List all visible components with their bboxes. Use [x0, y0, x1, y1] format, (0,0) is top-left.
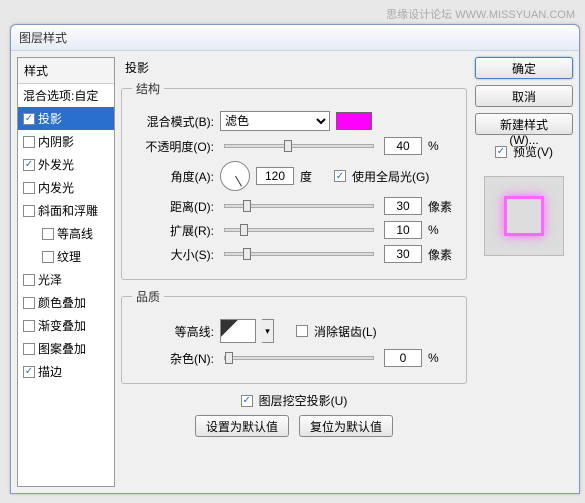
preview-thumbnail: [484, 176, 564, 256]
distance-label: 距离(D):: [132, 198, 214, 215]
structure-legend: 结构: [132, 80, 164, 97]
main-area: 投影 结构 混合模式(B): 滤色 不透明度(O): %: [121, 57, 573, 487]
styles-sidebar: 样式 混合选项:自定✓投影内阴影✓外发光内发光斜面和浮雕等高线纹理光泽颜色叠加渐…: [17, 57, 115, 487]
global-light-label: 使用全局光(G): [352, 168, 429, 185]
sidebar-checkbox-5[interactable]: [23, 205, 35, 217]
sidebar-item-11[interactable]: 图案叠加: [18, 337, 114, 360]
dialog-title: 图层样式: [11, 25, 579, 51]
distance-input[interactable]: [384, 197, 422, 215]
sidebar-checkbox-10[interactable]: [23, 320, 35, 332]
sidebar-item-label: 外发光: [38, 156, 74, 173]
sidebar-item-label: 斜面和浮雕: [38, 202, 98, 219]
sidebar-checkbox-4[interactable]: [23, 182, 35, 194]
spread-input[interactable]: [384, 221, 422, 239]
size-label: 大小(S):: [132, 246, 214, 263]
preview-checkbox[interactable]: ✓: [495, 146, 507, 158]
sidebar-item-4[interactable]: 内发光: [18, 176, 114, 199]
contour-preview[interactable]: [220, 319, 256, 343]
sidebar-checkbox-7[interactable]: [42, 251, 54, 263]
contour-dropdown-icon[interactable]: ▾: [262, 319, 274, 343]
section-title: 投影: [121, 57, 467, 80]
sidebar-item-label: 等高线: [57, 225, 93, 242]
size-slider[interactable]: [224, 252, 374, 256]
shadow-color-swatch[interactable]: [336, 112, 372, 130]
noise-slider[interactable]: [224, 356, 374, 360]
noise-input[interactable]: [384, 349, 422, 367]
new-style-button[interactable]: 新建样式(W)...: [475, 113, 573, 135]
contour-label: 等高线:: [132, 323, 214, 340]
sidebar-item-label: 光泽: [38, 271, 62, 288]
noise-label: 杂色(N):: [132, 350, 214, 367]
sidebar-item-label: 内阴影: [38, 133, 74, 150]
sidebar-item-3[interactable]: ✓外发光: [18, 153, 114, 176]
sidebar-checkbox-11[interactable]: [23, 343, 35, 355]
ok-button[interactable]: 确定: [475, 57, 573, 79]
layer-style-dialog: 图层样式 样式 混合选项:自定✓投影内阴影✓外发光内发光斜面和浮雕等高线纹理光泽…: [10, 24, 580, 494]
size-unit: 像素: [428, 246, 456, 263]
global-light-checkbox[interactable]: ✓: [334, 170, 346, 182]
cancel-button[interactable]: 取消: [475, 85, 573, 107]
reset-default-button[interactable]: 复位为默认值: [299, 415, 393, 437]
watermark-text: 思缘设计论坛 WWW.MISSYUAN.COM: [386, 6, 575, 22]
blend-mode-select[interactable]: 滤色: [220, 111, 330, 131]
settings-panel: 投影 结构 混合模式(B): 滤色 不透明度(O): %: [121, 57, 467, 487]
distance-slider[interactable]: [224, 204, 374, 208]
distance-unit: 像素: [428, 198, 456, 215]
sidebar-item-label: 投影: [38, 110, 62, 127]
angle-unit: 度: [300, 168, 328, 185]
opacity-slider[interactable]: [224, 144, 374, 148]
sidebar-checkbox-9[interactable]: [23, 297, 35, 309]
spread-unit: %: [428, 223, 456, 237]
sidebar-item-label: 描边: [38, 363, 62, 380]
sidebar-item-label: 内发光: [38, 179, 74, 196]
sidebar-item-6[interactable]: 等高线: [18, 222, 114, 245]
opacity-unit: %: [428, 139, 456, 153]
knockout-checkbox[interactable]: ✓: [241, 395, 253, 407]
sidebar-checkbox-2[interactable]: [23, 136, 35, 148]
sidebar-item-2[interactable]: 内阴影: [18, 130, 114, 153]
sidebar-item-12[interactable]: ✓描边: [18, 360, 114, 383]
blend-mode-label: 混合模式(B):: [132, 113, 214, 130]
structure-group: 结构 混合模式(B): 滤色 不透明度(O): % 角度(A):: [121, 80, 467, 280]
preview-label: 预览(V): [513, 143, 553, 160]
sidebar-item-8[interactable]: 光泽: [18, 268, 114, 291]
sidebar-checkbox-12[interactable]: ✓: [23, 366, 35, 378]
sidebar-item-label: 颜色叠加: [38, 294, 86, 311]
angle-label: 角度(A):: [132, 168, 214, 185]
sidebar-item-10[interactable]: 渐变叠加: [18, 314, 114, 337]
right-column: 确定 取消 新建样式(W)... ✓ 预览(V): [475, 57, 573, 487]
sidebar-item-0[interactable]: 混合选项:自定: [18, 84, 114, 107]
size-input[interactable]: [384, 245, 422, 263]
sidebar-item-label: 渐变叠加: [38, 317, 86, 334]
opacity-input[interactable]: [384, 137, 422, 155]
quality-group: 品质 等高线: ▾ 消除锯齿(L) 杂色(N): %: [121, 288, 467, 384]
sidebar-item-label: 图案叠加: [38, 340, 86, 357]
sidebar-item-5[interactable]: 斜面和浮雕: [18, 199, 114, 222]
sidebar-item-1[interactable]: ✓投影: [18, 107, 114, 130]
sidebar-checkbox-8[interactable]: [23, 274, 35, 286]
sidebar-item-9[interactable]: 颜色叠加: [18, 291, 114, 314]
dialog-content: 样式 混合选项:自定✓投影内阴影✓外发光内发光斜面和浮雕等高线纹理光泽颜色叠加渐…: [11, 51, 579, 493]
sidebar-checkbox-6[interactable]: [42, 228, 54, 240]
angle-input[interactable]: [256, 167, 294, 185]
knockout-label: 图层挖空投影(U): [259, 392, 348, 409]
noise-unit: %: [428, 351, 456, 365]
sidebar-checkbox-1[interactable]: ✓: [23, 113, 35, 125]
set-default-button[interactable]: 设置为默认值: [195, 415, 289, 437]
opacity-label: 不透明度(O):: [132, 138, 214, 155]
angle-dial[interactable]: [220, 161, 250, 191]
sidebar-item-label: 纹理: [57, 248, 81, 265]
sidebar-header: 样式: [18, 58, 114, 84]
sidebar-item-label: 混合选项:自定: [23, 87, 98, 104]
sidebar-checkbox-3[interactable]: ✓: [23, 159, 35, 171]
antialias-label: 消除锯齿(L): [314, 323, 377, 340]
sidebar-item-7[interactable]: 纹理: [18, 245, 114, 268]
spread-slider[interactable]: [224, 228, 374, 232]
antialias-checkbox[interactable]: [296, 325, 308, 337]
quality-legend: 品质: [132, 288, 164, 305]
spread-label: 扩展(R):: [132, 222, 214, 239]
